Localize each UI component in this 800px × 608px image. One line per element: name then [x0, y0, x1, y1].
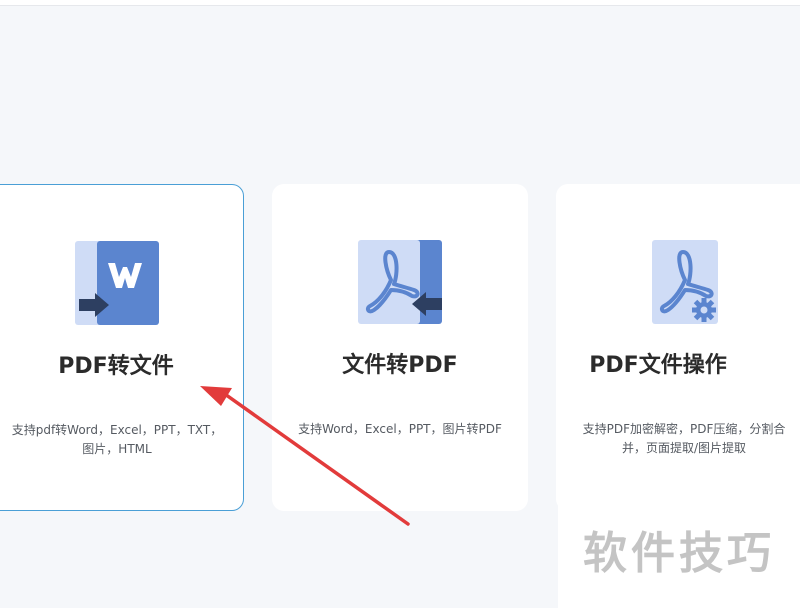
pdf-settings-icon — [652, 240, 718, 324]
word-convert-icon — [75, 241, 159, 325]
card-file-to-pdf[interactable]: 文件转PDF 支持Word，Excel，PPT，图片转PDF — [272, 184, 528, 511]
card-pdf-to-file[interactable]: PDF转文件 支持pdf转Word，Excel，PPT，TXT， 图片，HTML — [0, 184, 244, 511]
card-description-line: 支持PDF加密解密，PDF压缩，分割合 — [582, 422, 786, 436]
card-description-line: 图片，HTML — [82, 442, 152, 456]
card-description: 支持pdf转Word，Excel，PPT，TXT， 图片，HTML — [1, 421, 233, 459]
card-description: 支持PDF加密解密，PDF压缩，分割合 并，页面提取/图片提取 — [568, 420, 800, 458]
top-bar — [0, 0, 800, 6]
gear-icon — [692, 298, 716, 322]
card-pdf-operations[interactable]: PDF文件操作 支持PDF加密解密，PDF压缩，分割合 并，页面提取/图片提取 — [556, 184, 800, 511]
card-title: PDF转文件 — [58, 354, 174, 379]
card-description-line: 支持Word，Excel，PPT，图片转PDF — [298, 422, 502, 436]
card-description-line: 并，页面提取/图片提取 — [621, 441, 747, 455]
card-description-line: 支持pdf转Word，Excel，PPT，TXT， — [11, 423, 223, 437]
pdf-convert-icon — [358, 240, 442, 324]
watermark: 软件技巧 — [558, 500, 800, 608]
card-description: 支持Word，Excel，PPT，图片转PDF — [282, 420, 518, 439]
card-title: 文件转PDF — [342, 353, 458, 378]
card-title: PDF文件操作 — [589, 353, 727, 378]
